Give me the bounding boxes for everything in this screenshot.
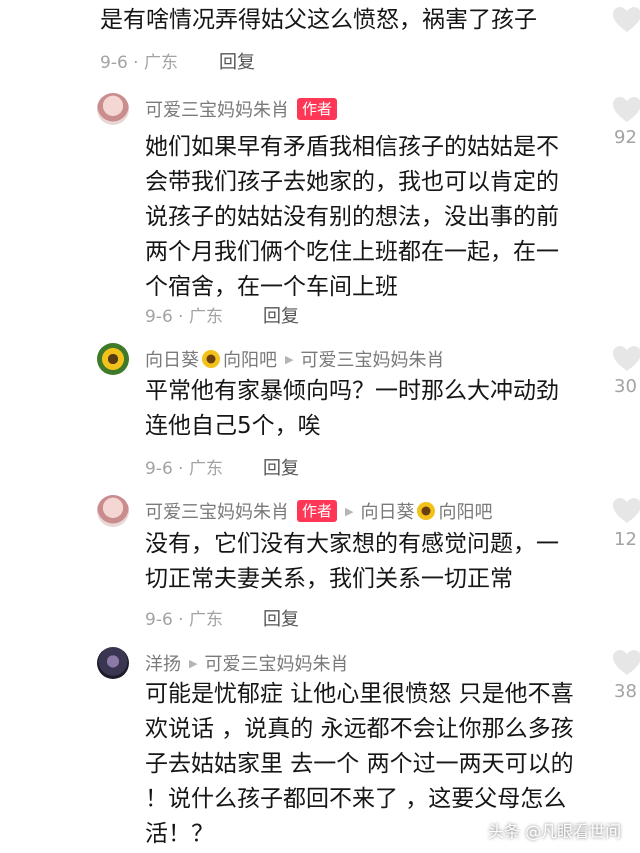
watermark: 头条 @凡眼看世间: [488, 822, 622, 841]
like-button[interactable]: [612, 497, 640, 525]
comment-line: ！说什么孩子都回不来了 ，这要父母怎么: [145, 786, 567, 812]
heart-outline-icon: [613, 7, 640, 32]
comment-line: 平常他有家暴倾向吗？一时那么大冲动劲: [145, 378, 559, 404]
play-arrow-icon: ▶: [345, 504, 354, 518]
avatar[interactable]: [97, 93, 129, 125]
author-badge: 作者: [297, 500, 338, 522]
avatar[interactable]: [97, 343, 129, 375]
comment-meta: 9-6 · 广东: [100, 53, 178, 73]
comment-line: 没有，它们没有大家想的有感觉问题，一: [145, 531, 559, 557]
author-name[interactable]: 可爱三宝妈妈朱肖: [145, 96, 289, 122]
reply-button[interactable]: 回复: [219, 48, 255, 74]
like-button[interactable]: [612, 649, 640, 677]
comment-line: 连他自己5个，唉: [145, 413, 321, 439]
comment-line: 子去姑姑家里 去一个 两个过一两天可以的: [145, 751, 574, 777]
play-arrow-icon: ▶: [189, 656, 198, 670]
comment-body: 没有，它们没有大家想的有感觉问题，一 切正常夫妻关系，我们关系一切正常: [145, 527, 559, 597]
comment-header: 可爱三宝妈妈朱肖 作者: [145, 96, 338, 122]
reply-to-name[interactable]: 向日葵: [360, 498, 414, 524]
reply-to-name[interactable]: 可爱三宝妈妈朱肖: [204, 650, 348, 676]
avatar[interactable]: [97, 647, 129, 679]
play-arrow-icon: ▶: [285, 352, 294, 366]
heart-outline-icon: [613, 498, 640, 523]
comment-line: 她们如果早有矛盾我相信孩子的姑姑是不: [145, 134, 559, 160]
comment-meta: 9-6 · 广东: [145, 459, 223, 479]
comment-line: 可能是忧郁症 让他心里很愤怒 只是他不喜: [145, 681, 574, 707]
comment-line: 欢说话 ，说真的 永远都不会让你那么多孩: [145, 716, 574, 742]
like-count: 38: [614, 681, 637, 702]
reply-button[interactable]: 回复: [263, 454, 299, 480]
comment-line: 会带我们孩子去她家的，我也可以肯定的: [145, 169, 559, 195]
comment-meta: 9-6 · 广东: [145, 610, 223, 630]
like-button[interactable]: [612, 96, 640, 124]
reply-button[interactable]: 回复: [263, 302, 299, 328]
author-name[interactable]: 洋扬: [145, 650, 181, 676]
heart-outline-icon: [613, 97, 640, 122]
comment-header: 向日葵 向阳吧 ▶ 可爱三宝妈妈朱肖: [145, 346, 444, 372]
like-count: 30: [614, 376, 637, 397]
comment-meta: 9-6 · 广东: [145, 307, 223, 327]
comment-line: 个宿舍，在一个车间上班: [145, 274, 398, 300]
comment-line: 两个月我们俩个吃住上班都在一起，在一: [145, 239, 559, 265]
avatar[interactable]: [97, 495, 129, 527]
like-count: 92: [614, 127, 637, 148]
like-button[interactable]: [612, 6, 640, 34]
comment-body: 她们如果早有矛盾我相信孩子的姑姑是不 会带我们孩子去她家的，我也可以肯定的 说孩…: [145, 130, 559, 305]
author-name[interactable]: 可爱三宝妈妈朱肖: [145, 498, 289, 524]
sunflower-emoji-icon: [417, 502, 436, 520]
like-button[interactable]: [612, 345, 640, 373]
reply-to-name[interactable]: 可爱三宝妈妈朱肖: [300, 346, 444, 372]
comment-body: 平常他有家暴倾向吗？一时那么大冲动劲 连他自己5个，唉: [145, 374, 559, 444]
comment-header: 洋扬 ▶ 可爱三宝妈妈朱肖: [145, 650, 348, 676]
author-name[interactable]: 向日葵: [145, 346, 199, 372]
comment-line: 说孩子的姑姑没有别的想法，没出事的前: [145, 204, 559, 230]
comment-text: 是有啥情况弄得姑父这么愤怒，祸害了孩子: [100, 7, 537, 33]
heart-outline-icon: [613, 346, 640, 371]
reply-to-suffix: 向阳吧: [438, 502, 493, 523]
sunflower-emoji-icon: [202, 350, 220, 368]
heart-outline-icon: [613, 650, 640, 675]
reply-button[interactable]: 回复: [263, 605, 299, 631]
comment-line: 切正常夫妻关系，我们关系一切正常: [145, 566, 513, 592]
like-count: 12: [614, 529, 637, 550]
author-name-suffix: 向阳吧: [223, 350, 277, 371]
author-badge: 作者: [297, 98, 338, 120]
comment-header: 可爱三宝妈妈朱肖 作者 ▶ 向日葵 向阳吧: [145, 498, 492, 524]
